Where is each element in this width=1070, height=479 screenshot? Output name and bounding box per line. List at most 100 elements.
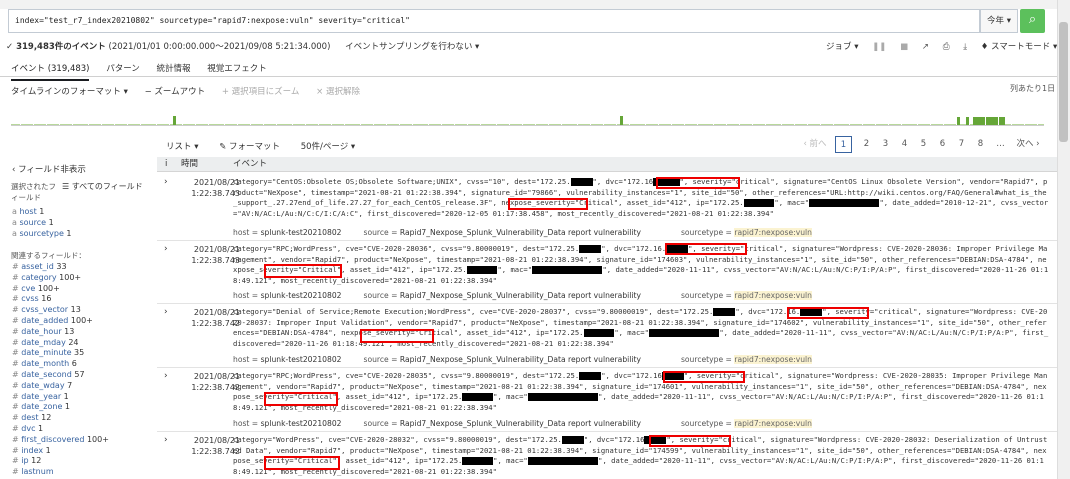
expand-row-icon[interactable]: › [164,371,168,381]
deselect-button[interactable]: × 選択解除 [316,87,360,97]
field-name[interactable]: date_hour [21,327,61,336]
event-time[interactable]: 2021/08/21 1:22:38.742 [180,307,240,329]
search-input[interactable]: index="test_r7_index20210802" sourcetype… [8,9,980,33]
event-time[interactable]: 2021/08/21 1:22:38.743 [180,177,240,199]
field-date-mday[interactable]: # date_mday 24 [12,338,79,347]
event-raw[interactable]: category="CentOS:Obsolete OS;Obsolete So… [233,177,1049,219]
page-2-button[interactable]: 2 [858,136,875,153]
field-cvss-vector[interactable]: # cvss_vector 13 [12,305,81,314]
field-name[interactable]: sourcetype [19,229,63,238]
prev-page-button[interactable]: ‹ 前へ [800,136,830,153]
export-icon[interactable]: ⤓ [963,42,967,52]
field-lastnum[interactable]: # lastnum [12,467,54,476]
zoom-selection-button[interactable]: + 選択項目にズーム [222,87,300,97]
field-name[interactable]: cvss_vector [21,305,68,314]
page-1-button[interactable]: 1 [835,136,852,153]
host-value[interactable]: splunk-test20210802 [261,419,342,428]
expand-row-icon[interactable]: › [164,307,168,317]
host-value[interactable]: splunk-test20210802 [261,228,342,237]
event-time[interactable]: 2021/08/21 1:22:38.743 [180,244,240,266]
field-date-month[interactable]: # date_month 6 [12,359,77,368]
source-value[interactable]: Rapid7_Nexpose_Splunk_Vulnerability_Data… [400,291,641,300]
sourcetype-value[interactable]: rapid7:nexpose:vuln [734,419,812,428]
field-name[interactable]: date_added [21,316,68,325]
page-3-button[interactable]: 3 [877,136,894,153]
all-fields-button[interactable]: ☰ すべてのフィールド [62,181,143,192]
field-name[interactable]: date_wday [21,381,64,390]
field-name[interactable]: cve [21,284,35,293]
page-7-button[interactable]: 7 [953,136,970,153]
field-date-year[interactable]: # date_year 1 [12,392,69,401]
list-view-menu[interactable]: リスト ▾ [166,142,198,152]
page-5-button[interactable]: 5 [915,136,932,153]
next-page-button[interactable]: 次へ › [1012,136,1044,153]
field-name[interactable]: date_minute [21,348,71,357]
print-icon[interactable]: ⎙ [943,42,950,52]
timeline-format-menu[interactable]: タイムラインのフォーマット ▾ [11,87,128,97]
field-category[interactable]: # category 100+ [12,273,81,282]
hide-fields-button[interactable]: ‹ フィールド非表示 [12,163,86,175]
field-source[interactable]: a source 1 [12,218,54,227]
format-menu[interactable]: ✎ フォーマット [219,142,280,152]
field-name[interactable]: dest [21,413,38,422]
page-9-button[interactable]: … [992,136,1009,153]
field-host[interactable]: a host 1 [12,207,44,216]
field-name[interactable]: cvss [21,294,38,303]
field-cvss[interactable]: # cvss 16 [12,294,51,303]
host-value[interactable]: splunk-test20210802 [261,291,342,300]
field-date-wday[interactable]: # date_wday 7 [12,381,72,390]
page-8-button[interactable]: 8 [972,136,989,153]
field-name[interactable]: index [21,446,43,455]
field-name[interactable]: ip [21,456,28,465]
field-asset-id[interactable]: # asset_id 33 [12,262,67,271]
source-value[interactable]: Rapid7_Nexpose_Splunk_Vulnerability_Data… [400,228,641,237]
source-value[interactable]: Rapid7_Nexpose_Splunk_Vulnerability_Data… [400,355,641,364]
field-name[interactable]: source [19,218,46,227]
field-date-hour[interactable]: # date_hour 13 [12,327,74,336]
expand-row-icon[interactable]: › [164,244,168,254]
zoom-out-button[interactable]: − ズームアウト [145,87,206,97]
field-dvc[interactable]: # dvc 1 [12,424,43,433]
field-date-second[interactable]: # date_second 57 [12,370,85,379]
search-button[interactable]: ⌕ [1020,9,1045,33]
field-name[interactable]: first_discovered [21,435,84,444]
event-raw[interactable]: category="RPC;WordPress", cve="CVE-2020-… [233,244,1049,286]
field-index[interactable]: # index 1 [12,446,51,455]
event-raw[interactable]: category="RPC;WordPress", cve="CVE-2020-… [233,371,1049,413]
field-dest[interactable]: # dest 12 [12,413,51,422]
field-name[interactable]: lastnum [21,467,53,476]
per-page-menu[interactable]: 50件/ページ ▾ [301,142,355,152]
event-raw[interactable]: category="WordPress", cve="CVE-2020-2803… [233,435,1049,477]
field-name[interactable]: asset_id [21,262,54,271]
page-6-button[interactable]: 6 [934,136,951,153]
share-icon[interactable]: ↗ [922,42,929,52]
stop-icon[interactable]: ■ [900,42,908,52]
expand-row-icon[interactable]: › [164,435,168,445]
field-date-zone[interactable]: # date_zone 1 [12,402,70,411]
source-value[interactable]: Rapid7_Nexpose_Splunk_Vulnerability_Data… [400,419,641,428]
event-raw[interactable]: category="Denial of Service;Remote Execu… [233,307,1049,349]
tab-events[interactable]: イベント (319,483) [11,62,90,81]
field-date-minute[interactable]: # date_minute 35 [12,348,84,357]
expand-row-icon[interactable]: › [164,177,168,187]
pause-icon[interactable]: ❚❚ [872,42,886,52]
timeline-bar[interactable] [1040,123,1044,125]
timeline-chart[interactable] [11,98,1044,126]
time-range-picker[interactable]: 今年 ▾ [980,9,1018,33]
scrollbar-thumb[interactable] [1059,22,1068,142]
field-cve[interactable]: # cve 100+ [12,284,60,293]
event-time[interactable]: 2021/08/21 1:22:38.742 [180,435,240,457]
field-name[interactable]: date_year [21,392,61,401]
field-name[interactable]: date_mday [21,338,66,347]
field-name[interactable]: dvc [21,424,35,433]
sourcetype-value[interactable]: rapid7:nexpose:vuln [734,355,812,364]
host-value[interactable]: splunk-test20210802 [261,355,342,364]
field-ip[interactable]: # ip 12 [12,456,41,465]
sourcetype-value[interactable]: rapid7:nexpose:vuln [734,228,812,237]
page-4-button[interactable]: 4 [896,136,913,153]
field-name[interactable]: date_second [21,370,72,379]
field-first-discovered[interactable]: # first_discovered 100+ [12,435,109,444]
sourcetype-value[interactable]: rapid7:nexpose:vuln [734,291,812,300]
field-name[interactable]: date_month [21,359,69,368]
field-date-added[interactable]: # date_added 100+ [12,316,93,325]
